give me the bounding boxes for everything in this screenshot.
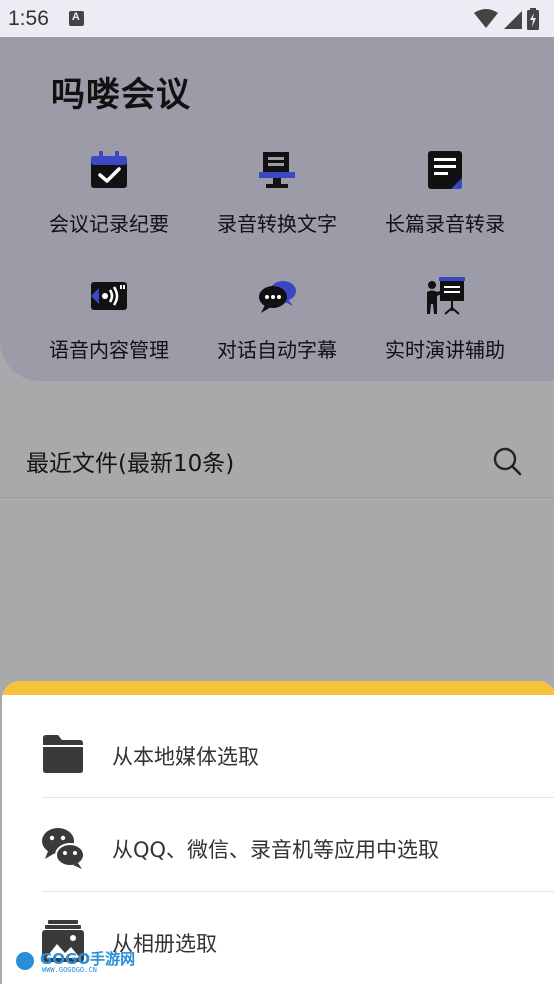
a-square-icon (68, 11, 84, 26)
chat-bubbles-icon (259, 281, 296, 313)
feature-audio-to-text[interactable]: 录音转换文字 (202, 150, 352, 240)
monitor-icon (259, 152, 295, 188)
status-time: 1:56 (8, 6, 49, 30)
feature-meeting-minutes[interactable]: 会议记录纪要 (34, 150, 184, 240)
status-icons (474, 7, 540, 30)
folder-icon (43, 735, 83, 773)
feature-panel: 吗喽会议 会议记录纪要 录音转换文字 长篇录音转录 语音内容管理 对话自动字幕 … (0, 37, 554, 381)
presenter-icon (427, 277, 465, 315)
feature-auto-subtitles[interactable]: 对话自动字幕 (202, 276, 352, 366)
recent-files-title: 最近文件(最新10条) (26, 451, 235, 477)
feature-label: 会议记录纪要 (49, 212, 169, 236)
feature-label: 长篇录音转录 (385, 212, 505, 236)
import-bottom-sheet: 从本地媒体选取 从QQ、微信、录音机等应用中选取 从相册选取 (2, 681, 554, 984)
calendar-check-icon (91, 151, 127, 188)
feature-long-transcription[interactable]: 长篇录音转录 (370, 150, 520, 240)
feature-voice-management[interactable]: 语音内容管理 (34, 276, 184, 366)
app-title: 吗喽会议 (51, 75, 191, 115)
signal-icon (504, 10, 522, 29)
sheet-item-apps[interactable]: 从QQ、微信、录音机等应用中选取 (2, 798, 554, 892)
watermark-logo: GOGO手游网 WWW.GOGOGO.CN (14, 946, 135, 976)
search-icon[interactable] (490, 444, 524, 478)
watermark-badge-icon (14, 950, 36, 972)
battery-charging-icon (527, 7, 539, 30)
feature-label: 对话自动字幕 (217, 338, 337, 362)
wechat-icon (42, 828, 85, 869)
sheet-accent-bar (2, 681, 554, 695)
wifi-icon (474, 8, 498, 28)
feature-label: 录音转换文字 (217, 212, 337, 236)
sheet-item-label: 从QQ、微信、录音机等应用中选取 (112, 838, 440, 862)
feature-label: 实时演讲辅助 (385, 338, 505, 362)
sheet-item-label: 从本地媒体选取 (112, 745, 259, 769)
watermark-url: WWW.GOGOGO.CN (42, 966, 97, 974)
document-icon (428, 151, 462, 189)
status-bar: 1:56 (0, 0, 554, 37)
feature-label: 语音内容管理 (49, 338, 169, 362)
audio-card-icon (91, 282, 127, 310)
feature-speech-assist[interactable]: 实时演讲辅助 (370, 276, 520, 366)
recent-files-header: 最近文件(最新10条) (0, 420, 554, 498)
sheet-item-local-media[interactable]: 从本地媒体选取 (2, 705, 554, 799)
